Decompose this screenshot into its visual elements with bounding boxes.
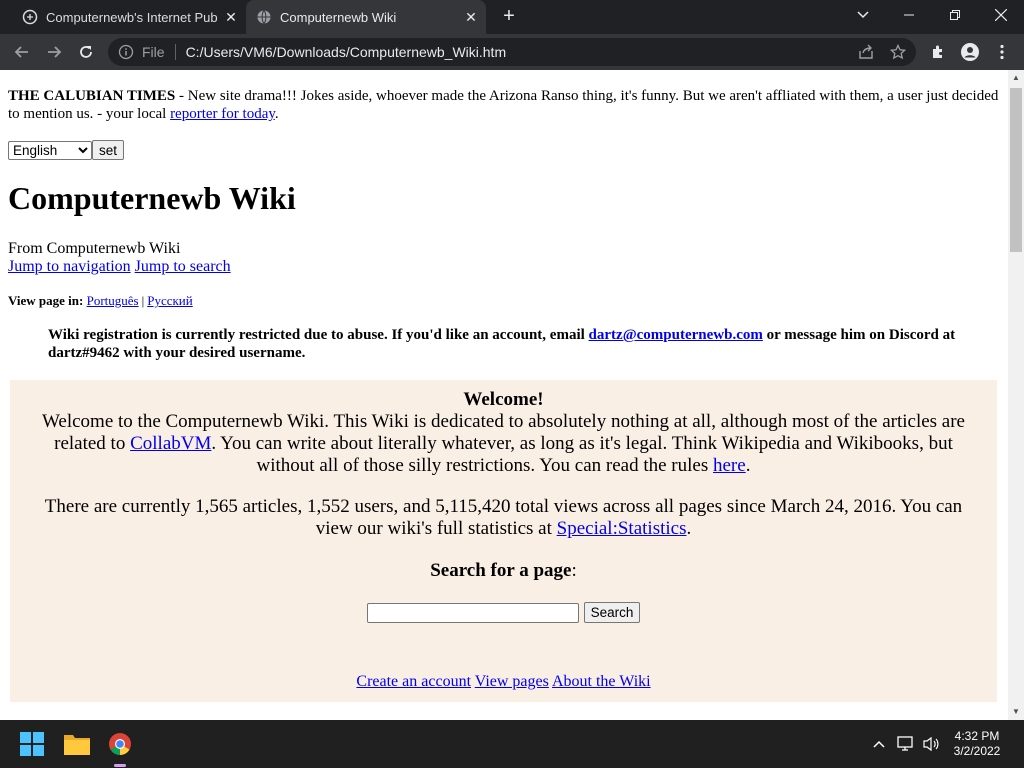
address-bar[interactable]: File C:/Users/VM6/Downloads/Computernewb… xyxy=(108,38,916,66)
windows-taskbar: 4:32 PM 3/2/2022 xyxy=(0,720,1024,768)
url-text[interactable]: C:/Users/VM6/Downloads/Computernewb_Wiki… xyxy=(186,44,507,60)
welcome-text-b: . You can write about literally whatever… xyxy=(211,433,953,476)
tray-overflow-icon[interactable] xyxy=(869,734,889,754)
clock-date: 3/2/2022 xyxy=(953,744,1001,758)
menu-kebab-icon[interactable] xyxy=(988,38,1016,66)
statistics-link[interactable]: Special:Statistics xyxy=(557,518,687,539)
view-in-label: View page in: xyxy=(8,293,84,308)
registration-notice: Wiki registration is currently restricte… xyxy=(48,326,1000,362)
welcome-box: Welcome! Welcome to the Computernewb Wik… xyxy=(10,380,997,702)
volume-icon[interactable] xyxy=(921,734,941,754)
info-icon[interactable] xyxy=(118,44,134,60)
site-sub: From Computernewb Wiki xyxy=(8,240,181,257)
welcome-links: Create an account View pages About the W… xyxy=(10,672,997,692)
active-app-indicator xyxy=(114,764,126,767)
stats-text-end: . xyxy=(686,518,692,539)
forward-button[interactable] xyxy=(40,38,68,66)
news-prefix: THE CALUBIAN TIMES xyxy=(8,88,176,104)
scrollbar-thumb[interactable] xyxy=(1010,88,1022,252)
lang-divider: | xyxy=(141,293,145,308)
view-page-in: View page in: Português | Русский xyxy=(8,293,193,309)
language-form: English set xyxy=(8,140,125,160)
minimize-button[interactable] xyxy=(886,0,932,30)
rules-link[interactable]: here xyxy=(713,455,746,476)
new-tab-button[interactable]: + xyxy=(498,6,520,28)
news-banner: THE CALUBIAN TIMES - New site drama!!! J… xyxy=(8,87,1000,123)
welcome-text-c: . xyxy=(745,455,751,476)
file-explorer-icon[interactable] xyxy=(59,726,95,762)
news-suffix: . xyxy=(274,106,279,122)
welcome-title: Welcome! xyxy=(463,389,544,410)
reload-button[interactable] xyxy=(72,38,100,66)
jump-links: Jump to navigation Jump to search xyxy=(8,258,231,276)
notice-text: Wiki registration is currently restricte… xyxy=(48,327,589,343)
lang-link-russian[interactable]: Русский xyxy=(147,293,193,308)
tab-pub-hub[interactable]: Computernewb's Internet Pub Hub ✕ xyxy=(12,0,246,34)
email-link[interactable]: dartz@computernewb.com xyxy=(589,327,763,343)
scroll-up-icon[interactable]: ▲ xyxy=(1008,70,1024,86)
search-heading: Search for a page: xyxy=(10,560,997,582)
tab-favicon-icon xyxy=(22,9,38,25)
browser-toolbar: File C:/Users/VM6/Downloads/Computernewb… xyxy=(0,34,1024,70)
network-icon[interactable] xyxy=(896,734,916,754)
clock-time: 4:32 PM xyxy=(954,729,1000,743)
search-heading-text: Search for a page xyxy=(430,560,572,581)
restore-button[interactable] xyxy=(932,0,978,30)
tab-computernewb-wiki[interactable]: Computernewb Wiki ✕ xyxy=(246,0,486,34)
collabvm-link[interactable]: CollabVM xyxy=(130,433,211,454)
wiki-search-button[interactable]: Search xyxy=(583,602,641,623)
close-window-button[interactable] xyxy=(978,0,1024,30)
close-tab-icon[interactable]: ✕ xyxy=(460,6,482,28)
extensions-icon[interactable] xyxy=(924,38,952,66)
wiki-search-form: Search xyxy=(10,602,997,623)
back-button[interactable] xyxy=(8,38,36,66)
scheme-label: File xyxy=(142,44,165,60)
jump-to-navigation-link[interactable]: Jump to navigation xyxy=(8,258,131,275)
language-set-button[interactable]: set xyxy=(92,140,125,160)
view-pages-link[interactable]: View pages xyxy=(475,673,549,690)
share-icon[interactable] xyxy=(852,38,880,66)
tab-strip: Computernewb's Internet Pub Hub ✕ Comput… xyxy=(0,0,1024,34)
system-clock[interactable]: 4:32 PM 3/2/2022 xyxy=(946,729,1008,759)
windows-start-icon[interactable] xyxy=(14,726,50,762)
chrome-icon[interactable] xyxy=(102,726,138,767)
stats-paragraph: There are currently 1,565 articles, 1,55… xyxy=(30,496,977,540)
close-tab-icon[interactable]: ✕ xyxy=(220,6,242,28)
reporter-link[interactable]: reporter for today xyxy=(170,106,275,122)
welcome-paragraph: Welcome to the Computernewb Wiki. This W… xyxy=(30,411,977,477)
jump-to-search-link[interactable]: Jump to search xyxy=(135,258,231,275)
omnibox-divider xyxy=(174,44,176,60)
profile-icon[interactable] xyxy=(956,38,984,66)
lang-link-portuguese[interactable]: Português xyxy=(87,293,139,308)
scroll-down-icon[interactable]: ▼ xyxy=(1008,704,1024,720)
page-title: Computernewb Wiki xyxy=(8,180,296,216)
page-viewport: THE CALUBIAN TIMES - New site drama!!! J… xyxy=(0,70,1008,720)
tab-search-icon[interactable] xyxy=(840,0,886,30)
bookmark-star-icon[interactable] xyxy=(884,38,912,66)
tab-title: Computernewb Wiki xyxy=(280,9,397,25)
search-heading-colon: : xyxy=(571,560,577,581)
create-account-link[interactable]: Create an account xyxy=(356,673,471,690)
globe-icon xyxy=(256,9,272,25)
page-scrollbar[interactable]: ▲ ▼ xyxy=(1008,70,1024,720)
wiki-search-input[interactable] xyxy=(366,602,579,623)
language-select[interactable]: English xyxy=(8,140,92,160)
about-wiki-link[interactable]: About the Wiki xyxy=(552,673,651,690)
stats-text: There are currently 1,565 articles, 1,55… xyxy=(44,496,963,539)
tab-title: Computernewb's Internet Pub Hub xyxy=(46,9,220,25)
